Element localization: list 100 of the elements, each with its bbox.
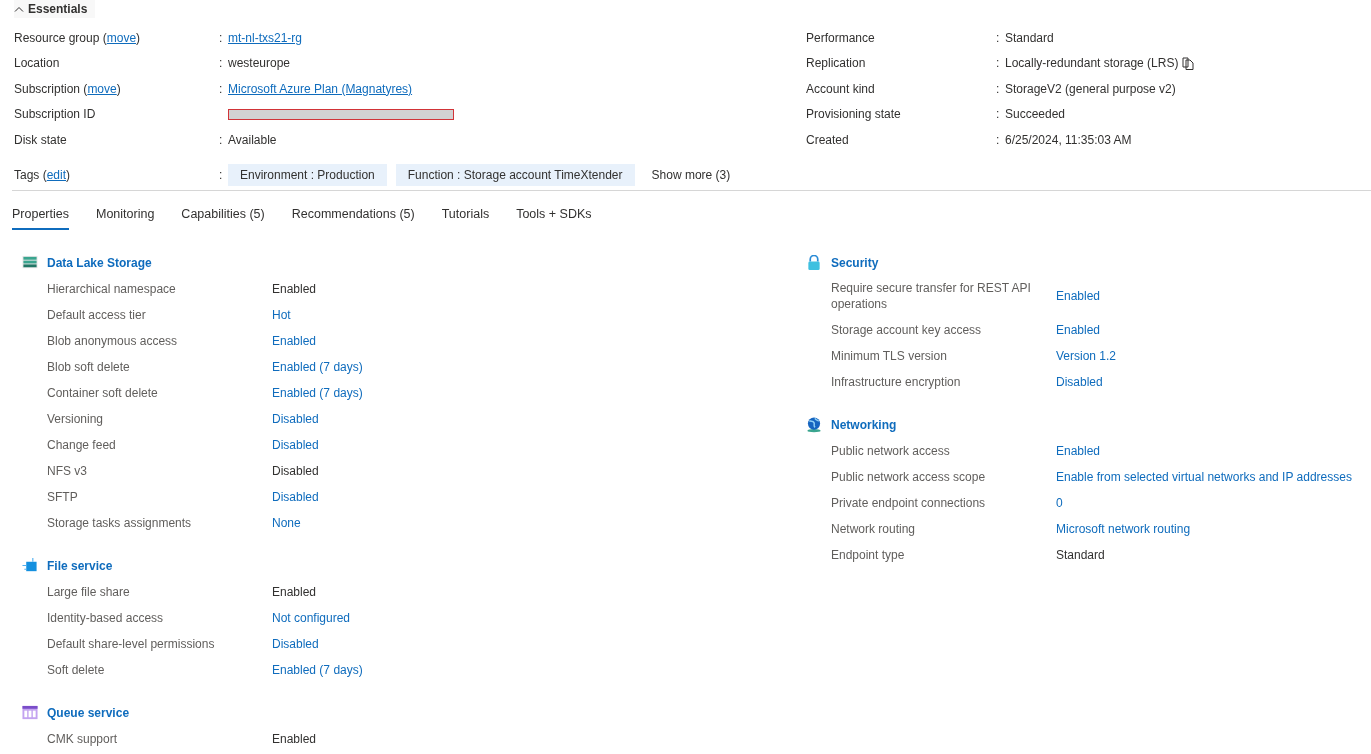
value-link[interactable]: Hot [272, 307, 291, 322]
section-title: Security [831, 255, 879, 270]
colon: : [219, 132, 224, 147]
value-link[interactable]: Enabled [1056, 289, 1101, 303]
value-link[interactable]: Enabled [272, 333, 317, 348]
essentials-toggle[interactable]: Essentials [14, 0, 96, 18]
colon: : [996, 132, 1001, 147]
field-label: Account kind [806, 81, 875, 96]
property-label: Private endpoint connections [831, 494, 987, 511]
property-value: Disabled [272, 463, 319, 478]
tab[interactable]: Capabilities (5) [181, 200, 265, 230]
colon: : [996, 107, 1001, 122]
chevron-icon [14, 6, 24, 12]
property-label: Soft delete [47, 661, 106, 678]
value-link[interactable]: Microsoft network routing [1056, 521, 1191, 536]
property-label: Storage tasks assignments [47, 514, 193, 531]
field-label: Performance [806, 30, 875, 45]
copy-icon[interactable] [1182, 56, 1195, 70]
lock-icon [806, 254, 822, 271]
property-label: SFTP [47, 488, 79, 505]
field-label: Provisioning state [806, 107, 901, 122]
tag-chip: Function : Storage account TimeXtender [395, 163, 635, 186]
field-value: Standard [1005, 30, 1054, 45]
globe-icon [806, 416, 822, 433]
value-link[interactable]: Disabled [1056, 374, 1103, 389]
property-label: Large file share [47, 583, 131, 600]
colon: : [996, 30, 1001, 45]
field-value: westeurope [228, 56, 291, 71]
value-link[interactable]: Microsoft Azure Plan (Magnatyres) [228, 81, 413, 96]
value-link[interactable]: Not configured [272, 610, 351, 625]
value-link[interactable]: Disabled [272, 411, 319, 426]
section-title: Queue service [47, 705, 130, 720]
property-label: Blob anonymous access [47, 332, 179, 349]
tab[interactable]: Tutorials [441, 200, 490, 230]
colon: : [996, 56, 1001, 71]
tag-chip: Environment : Production [228, 163, 387, 186]
section-title: Networking [831, 417, 897, 432]
colon: : [219, 30, 224, 45]
field-label: Tags (edit) [14, 167, 71, 182]
property-label: Default share-level permissions [47, 635, 216, 652]
field-label: Disk state [14, 132, 67, 147]
colon: : [219, 56, 224, 71]
property-label: Change feed [47, 436, 117, 453]
field-value: Available [228, 132, 277, 147]
colon: : [996, 81, 1001, 96]
value-link[interactable]: Enabled [1056, 322, 1101, 337]
property-label: Require secure transfer for REST API operations [831, 280, 1032, 312]
property-label: Hierarchical namespace [47, 280, 177, 297]
tab[interactable]: Recommendations (5) [291, 200, 415, 230]
storage-icon [22, 254, 38, 271]
value-link[interactable]: Disabled [272, 636, 319, 651]
field-label: Subscription (move) [14, 81, 121, 96]
property-label: Storage account key access [831, 321, 983, 338]
file-share-icon [22, 557, 38, 574]
colon: : [219, 167, 224, 182]
value-link[interactable]: mt-nl-txs21-rg [228, 30, 302, 45]
field-label: Replication [806, 56, 866, 71]
field-label: Subscription ID [14, 107, 96, 122]
property-label: Public network access scope [831, 468, 987, 485]
field-value: StorageV2 (general purpose v2) [1005, 81, 1176, 96]
property-label: Identity-based access [47, 609, 165, 626]
property-label: Blob soft delete [47, 358, 131, 375]
property-label: NFS v3 [47, 462, 88, 479]
value-link[interactable]: Enabled (7 days) [272, 662, 363, 677]
property-label: Versioning [47, 410, 105, 427]
value-link[interactable]: None [272, 515, 301, 530]
section-title: Data Lake Storage [47, 255, 152, 270]
value-link[interactable]: Version 1.2 [1056, 348, 1117, 363]
section-title: File service [47, 558, 113, 573]
queue-icon [22, 704, 38, 721]
property-value: Enabled [272, 584, 317, 599]
show-more-button[interactable]: Show more (3) [651, 163, 731, 186]
property-value: Enabled [272, 281, 317, 296]
property-label: Endpoint type [831, 546, 906, 563]
field-value: 6/25/2024, 11:35:03 AM [1005, 132, 1132, 147]
property-label: Public network access [831, 442, 951, 459]
value-link[interactable]: Disabled [272, 489, 319, 504]
property-label: Infrastructure encryption [831, 373, 962, 390]
field-label: Location [14, 56, 60, 71]
tab[interactable]: Monitoring [96, 200, 155, 230]
value-link[interactable]: Enabled [1056, 443, 1101, 458]
property-label: CMK support [47, 730, 119, 747]
value-link[interactable]: Enable from selected virtual networks and IP addresses [1056, 469, 1352, 484]
tab[interactable]: Tools + SDKs [516, 200, 592, 230]
move-link[interactable]: move [87, 81, 117, 96]
property-label: Minimum TLS version [831, 347, 948, 364]
field-label: Resource group (move) [14, 30, 141, 45]
value-link[interactable]: Enabled (7 days) [272, 385, 363, 400]
value-link[interactable]: 0 [1056, 495, 1063, 510]
property-value: Enabled [272, 731, 317, 746]
property-label: Network routing [831, 520, 917, 537]
colon: : [219, 81, 224, 96]
property-value: Standard [1056, 547, 1105, 562]
field-label: Created [806, 132, 849, 147]
value-link[interactable]: Enabled (7 days) [272, 359, 363, 374]
tab[interactable]: Properties [12, 200, 69, 230]
property-label: Default access tier [47, 306, 147, 323]
value-link[interactable]: Disabled [272, 437, 319, 452]
field-value: Succeeded [1005, 107, 1066, 122]
property-label: Container soft delete [47, 384, 159, 401]
